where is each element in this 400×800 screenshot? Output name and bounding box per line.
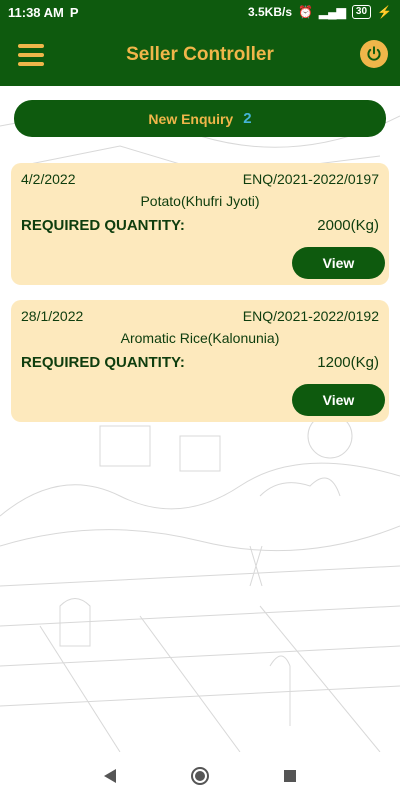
page-title: Seller Controller [126,44,274,65]
system-navigation-bar [0,752,400,800]
enquiry-number: ENQ/2021-2022/0192 [242,308,379,324]
status-time: 11:38 AM [8,4,64,20]
required-quantity-label: REQUIRED QUANTITY: [21,354,185,371]
view-button[interactable]: View [292,384,385,416]
enquiry-card: 4/2/2022 ENQ/2021-2022/0197 Potato(Khufr… [11,163,389,285]
home-circle-icon[interactable] [188,764,212,788]
main-content: New Enquiry 2 4/2/2022 ENQ/2021-2022/019… [0,86,400,752]
status-bar: 11:38 AM P 3.5KB/s ⏰ ▂▄▆ 30 ⚡ [0,0,400,24]
back-triangle-icon[interactable] [98,764,122,788]
signal-icon: ▂▄▆ [318,5,346,19]
alarm-icon: ⏰ [298,5,313,19]
recents-square-icon[interactable] [278,764,302,788]
battery-indicator: 30 [351,5,372,19]
view-button[interactable]: View [292,247,385,279]
network-speed: 3.5KB/s [247,5,292,19]
required-quantity-label: REQUIRED QUANTITY: [21,217,185,234]
required-quantity-value: 2000(Kg) [317,217,379,234]
new-enquiry-button[interactable]: New Enquiry 2 [14,100,386,137]
power-icon[interactable] [360,40,388,68]
required-quantity-value: 1200(Kg) [317,354,379,371]
new-enquiry-label: New Enquiry [148,110,234,127]
app-notification-badge: P [69,4,79,20]
enquiry-date: 28/1/2022 [21,308,84,324]
enquiry-date: 4/2/2022 [21,171,76,187]
new-enquiry-count: 2 [243,110,252,127]
enquiry-card: 28/1/2022 ENQ/2021-2022/0192 Aromatic Ri… [11,300,389,422]
product-name: Potato(Khufri Jyoti) [140,193,260,209]
app-bar: Seller Controller [0,24,400,86]
enquiry-number: ENQ/2021-2022/0197 [242,171,379,187]
product-name: Aromatic Rice(Kalonunia) [120,330,280,346]
charging-icon: ⚡ [377,5,392,19]
